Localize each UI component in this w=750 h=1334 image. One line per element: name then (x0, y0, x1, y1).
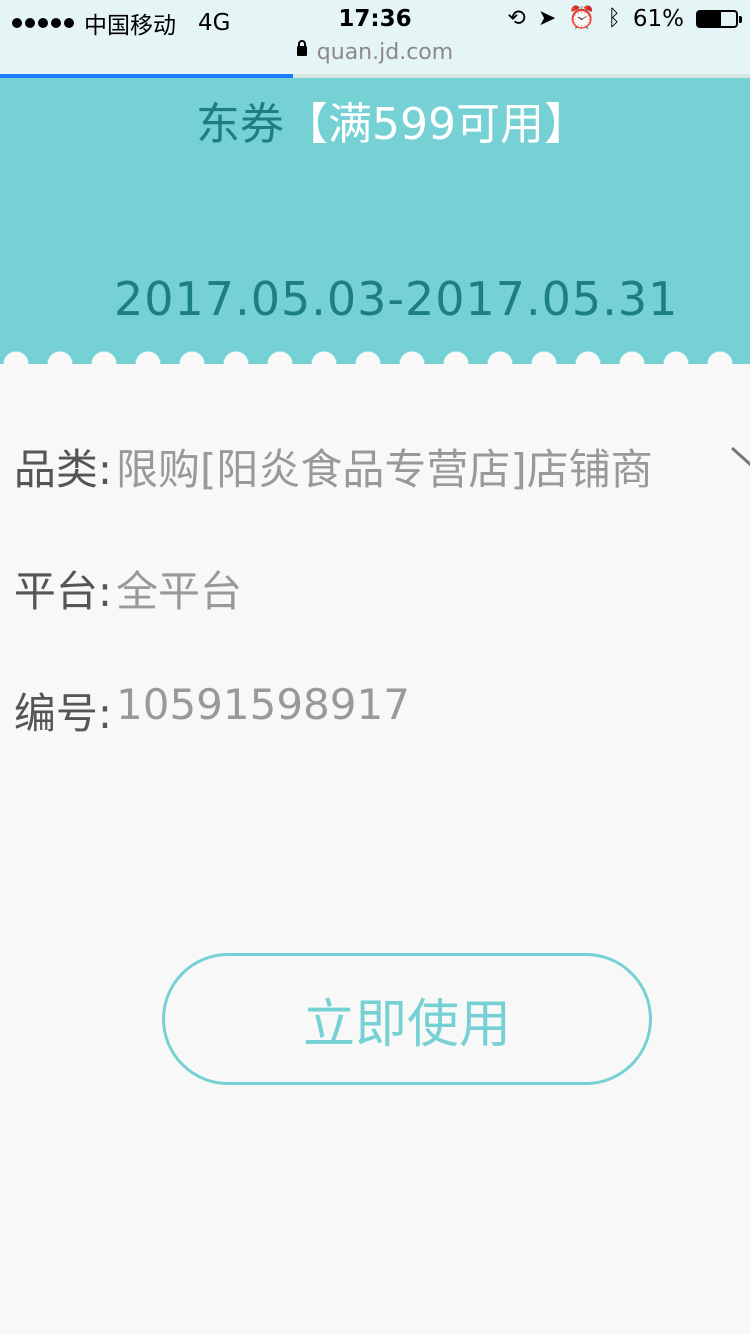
battery-fill (698, 12, 722, 26)
chevron-expand-icon[interactable] (728, 444, 750, 474)
alarm-icon: ⏰ (568, 6, 596, 31)
coupon-condition: 【满599可用】 (284, 99, 588, 150)
url-text: quan.jd.com (316, 40, 454, 65)
lock-icon (296, 40, 307, 56)
battery-percent: 61% (632, 6, 684, 32)
number-value: 10591598917 (116, 680, 410, 729)
platform-value: 全平台 (116, 567, 243, 616)
number-label: 编号: (13, 689, 112, 738)
category-value: 限购[阳炎食品专营店]店铺商 (116, 445, 653, 494)
rotation-lock-icon: ⟲ (507, 6, 526, 31)
detail-row-number: 编号: 10591598917 (0, 680, 750, 740)
coupon-header: 东券【满599可用】 2017.05.03-2017.05.31 (0, 78, 750, 364)
category-label: 品类: (13, 445, 112, 494)
status-icons: ⟲ ➤ ⏰ ᛒ 61% (507, 5, 742, 33)
coupon-validity: 2017.05.03-2017.05.31 (114, 272, 679, 326)
coupon-brand: 东券 (196, 99, 284, 150)
battery-icon (696, 10, 742, 28)
coupon-title: 东券【满599可用】 (196, 88, 588, 152)
bluetooth-icon: ᛒ (607, 6, 621, 31)
scalloped-edge (0, 350, 750, 364)
detail-row-platform: 平台: 全平台 (0, 558, 750, 618)
use-now-button[interactable]: 立即使用 (162, 953, 652, 1085)
status-bar: 中国移动 4G 17:36 ⟲ ➤ ⏰ ᛒ 61% (0, 0, 750, 40)
detail-row-category: 品类: 限购[阳炎食品专营店]店铺商 (0, 436, 750, 496)
location-icon: ➤ (537, 6, 557, 31)
platform-label: 平台: (13, 567, 112, 616)
address-bar[interactable]: quan.jd.com (0, 40, 750, 75)
